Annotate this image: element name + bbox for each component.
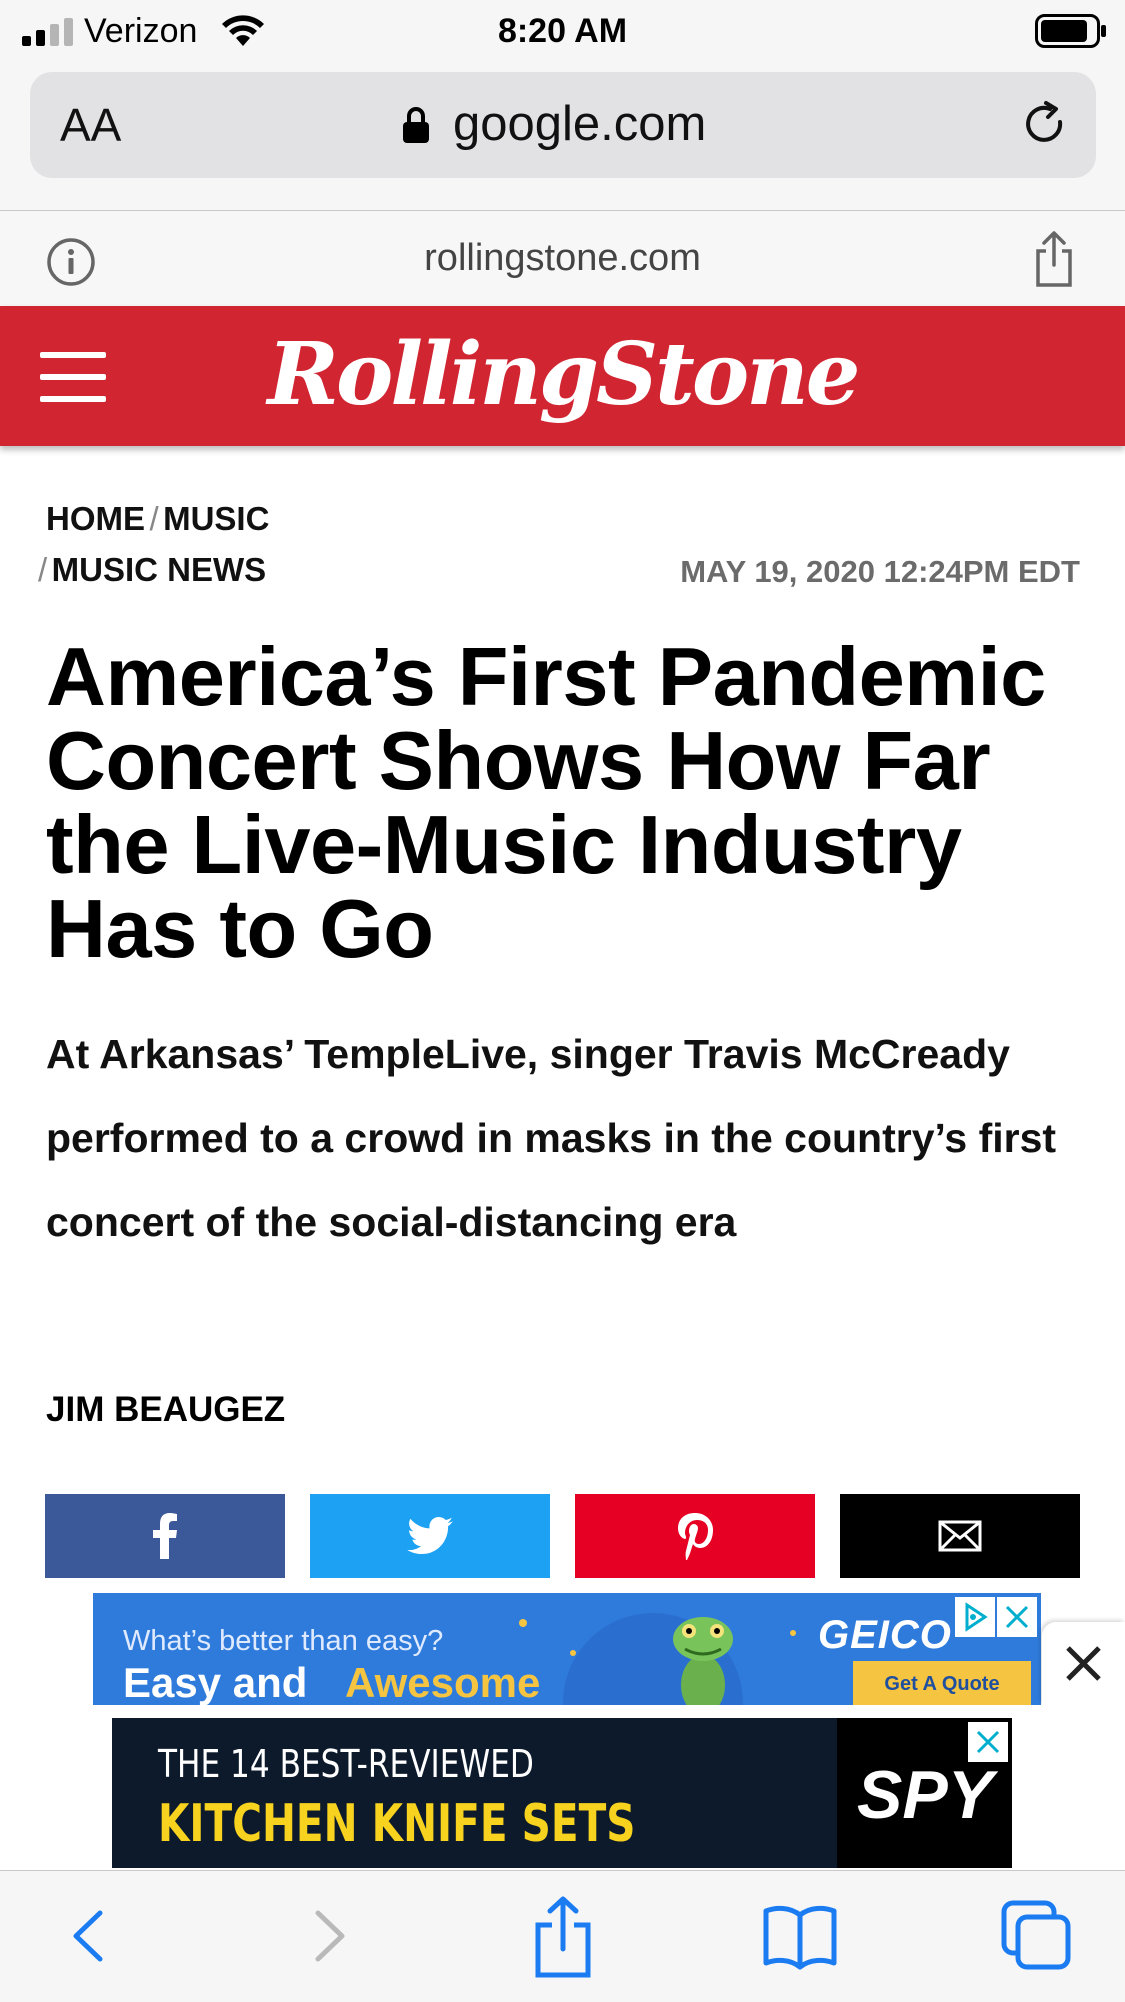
back-icon[interactable]: [60, 1901, 120, 1971]
ad-close-icon[interactable]: [997, 1597, 1037, 1637]
breadcrumb-home[interactable]: HOME: [46, 500, 145, 537]
breadcrumb-separator: /: [149, 500, 159, 537]
sticky-ad-close-button[interactable]: [1042, 1622, 1125, 1705]
twitter-share-button[interactable]: [310, 1494, 550, 1578]
geico-ad-banner[interactable]: What’s better than easy? Easy and Awesom…: [93, 1593, 1041, 1705]
share-icon[interactable]: [1032, 229, 1076, 289]
breadcrumb-line-2: / MUSIC NEWS: [38, 551, 266, 589]
twitter-icon: [407, 1517, 453, 1555]
gecko-mascot-image: [663, 1605, 743, 1705]
origin-bar: rollingstone.com: [0, 211, 1125, 306]
ad-question: What’s better than easy?: [123, 1625, 444, 1657]
ad-brand-spy: SPY: [857, 1757, 994, 1833]
browser-toolbar: [0, 1870, 1125, 2002]
bookmarks-icon[interactable]: [760, 1901, 840, 1971]
share-icon[interactable]: [528, 1891, 598, 1981]
article-dek: At Arkansas’ TempleLive, singer Travis M…: [46, 1031, 1057, 1245]
ad-line-1: THE 14 BEST-REVIEWED: [158, 1742, 534, 1786]
breadcrumb-music-news[interactable]: MUSIC NEWS: [52, 551, 267, 588]
ad-cta[interactable]: Get A Quote: [853, 1673, 1031, 1696]
reload-icon[interactable]: [1020, 100, 1070, 150]
battery-icon: [1035, 14, 1107, 48]
close-icon: [1066, 1646, 1101, 1681]
origin-domain: rollingstone.com: [424, 237, 701, 279]
ad-headline-a: Easy and: [123, 1659, 308, 1705]
ad-line-2: KITCHEN KNIFE SETS: [158, 1794, 636, 1854]
clock: 8:20 AM: [497, 12, 628, 50]
status-bar: Verizon 8:20 AM: [0, 0, 1125, 64]
lock-icon: [402, 106, 430, 144]
address-domain[interactable]: google.com: [453, 96, 706, 152]
pinterest-icon: [678, 1513, 713, 1560]
facebook-icon: [153, 1513, 177, 1559]
browser-address-area: AA google.com: [0, 64, 1125, 211]
ad-brand-geico: GEICO: [818, 1613, 952, 1657]
breadcrumb: HOME / MUSIC: [46, 500, 269, 538]
ad-close-icon[interactable]: [968, 1722, 1008, 1762]
article-date: MAY 19, 2020 12:24PM EDT: [680, 554, 1080, 589]
breadcrumb-music[interactable]: MUSIC: [163, 500, 269, 537]
breadcrumb-separator: /: [38, 551, 48, 588]
site-logo[interactable]: RollingStone: [0, 324, 1125, 425]
pinterest-share-button[interactable]: [575, 1494, 815, 1578]
email-icon: [938, 1520, 982, 1552]
article-headline: America’s First Pandemic Concert Shows H…: [46, 630, 1046, 975]
ad-headline-b: Awesome: [345, 1659, 541, 1705]
email-share-button[interactable]: [840, 1494, 1080, 1578]
text-size-button[interactable]: AA: [60, 98, 121, 152]
forward-icon[interactable]: [298, 1901, 358, 1971]
spy-ad-banner[interactable]: THE 14 BEST-REVIEWED KITCHEN KNIFE SETS …: [112, 1718, 1012, 1868]
facebook-share-button[interactable]: [45, 1494, 285, 1578]
address-bar[interactable]: AA google.com: [30, 72, 1096, 178]
article-byline[interactable]: JIM BEAUGEZ: [46, 1390, 285, 1430]
site-header: RollingStone: [0, 306, 1125, 446]
adchoices-icon[interactable]: [955, 1597, 995, 1637]
tabs-icon[interactable]: [998, 1897, 1074, 1973]
